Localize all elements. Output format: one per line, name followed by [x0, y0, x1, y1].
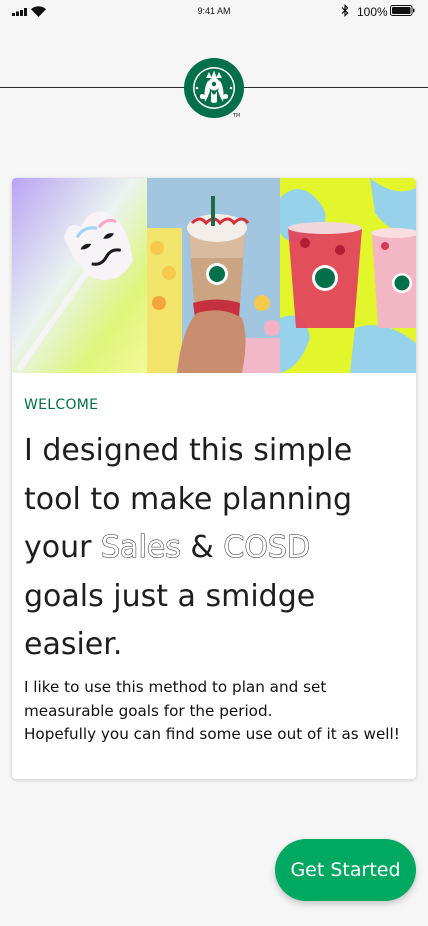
refresher-drinks-image	[280, 178, 416, 373]
battery-icon	[390, 5, 415, 16]
bluetooth-icon	[341, 4, 349, 17]
trademark-mark: TM	[233, 113, 241, 119]
hero-image-strip	[12, 178, 416, 373]
frappuccino-image	[147, 178, 280, 373]
headline-line: your Sales & COSD	[24, 524, 409, 573]
headline-line: I designed this simple	[24, 433, 353, 468]
status-bar: 9:41 AM 100%	[0, 0, 428, 24]
sales-outline-text: Sales	[101, 530, 182, 566]
welcome-card: WELCOME I designed this simple tool to m…	[12, 178, 416, 779]
cosd-outline-text: COSD	[223, 530, 311, 566]
headline-word: your	[24, 530, 92, 565]
body-line: measurable goals for the period.	[24, 701, 273, 720]
welcome-body: I like to use this method to plan and se…	[24, 676, 416, 747]
ampersand: &	[190, 530, 214, 565]
body-line: I like to use this method to plan and se…	[24, 678, 327, 696]
welcome-eyebrow: WELCOME	[24, 397, 99, 413]
body-line: Hopefully you can find some use out of i…	[24, 725, 400, 743]
welcome-headline: I designed this simple tool to make plan…	[24, 427, 409, 670]
starbucks-logo[interactable]	[184, 58, 244, 118]
battery-percent: 100%	[357, 5, 388, 19]
get-started-button[interactable]: Get Started	[275, 839, 416, 901]
cake-pop-image	[12, 178, 147, 373]
headline-line: easier.	[24, 627, 123, 662]
headline-line: goals just a smidge	[24, 578, 316, 614]
headline-line: tool to make planning	[24, 481, 353, 517]
